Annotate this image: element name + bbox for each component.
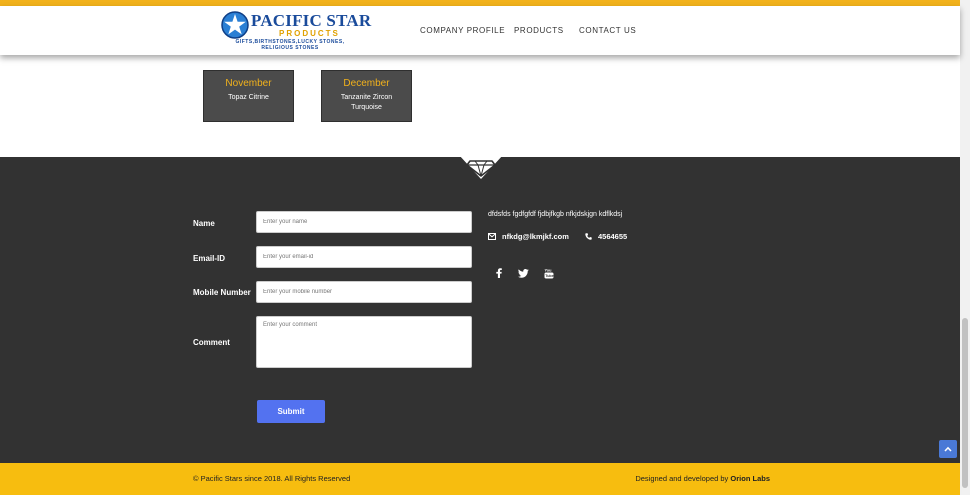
- email-input[interactable]: [256, 246, 472, 268]
- credits-text: Designed and developed by Orion Labs: [635, 474, 770, 483]
- svg-text:You: You: [545, 268, 553, 272]
- brand-sub: PRODUCTS: [279, 29, 340, 38]
- star-logo-icon: [221, 11, 249, 39]
- chevron-up-icon: [944, 446, 952, 452]
- site-header: PACIFIC STAR PRODUCTS GIFTS,BIRTHSTONES,…: [0, 6, 960, 55]
- scroll-to-top-button[interactable]: [939, 440, 957, 458]
- svg-text:Tube: Tube: [545, 274, 553, 278]
- birthstone-card-november[interactable]: November Topaz Citrine: [203, 70, 294, 122]
- comment-label: Comment: [193, 338, 230, 347]
- brand-name: PACIFIC STAR: [251, 11, 372, 30]
- birthstone-stones: Topaz Citrine: [228, 94, 269, 101]
- scrollbar-thumb[interactable]: [962, 318, 968, 488]
- brand-logo[interactable]: PACIFIC STAR PRODUCTS GIFTS,BIRTHSTONES,…: [221, 11, 371, 53]
- credits-company[interactable]: Orion Labs: [730, 474, 770, 483]
- phone-icon: [585, 233, 592, 240]
- about-text: dfdsfds fgdfgfdf fjdbjfkgb nfkjdskjgn kd…: [488, 211, 623, 218]
- youtube-icon[interactable]: You Tube: [543, 267, 555, 279]
- birthstone-month: November: [225, 78, 272, 89]
- facebook-icon[interactable]: [493, 267, 505, 279]
- mobile-label: Mobile Number: [193, 288, 251, 297]
- contact-email[interactable]: nfkdg@lkmjkf.com: [488, 232, 569, 241]
- birthstone-stones: Tanzanite Zircon Turquoise: [340, 94, 393, 111]
- birthstone-month: December: [343, 78, 390, 89]
- birthstone-card-december[interactable]: December Tanzanite Zircon Turquoise: [321, 70, 412, 122]
- contact-email-text: nfkdg@lkmjkf.com: [502, 232, 569, 241]
- twitter-icon[interactable]: [517, 267, 529, 279]
- credits-prefix: Designed and developed by: [635, 474, 729, 483]
- comment-textarea[interactable]: [256, 316, 472, 368]
- contact-section: Name Email-ID Mobile Number Comment Subm…: [0, 155, 960, 463]
- diamond-icon: [459, 155, 503, 179]
- name-input[interactable]: [256, 211, 472, 233]
- page-scrollbar[interactable]: [960, 0, 970, 495]
- contact-phone-text: 4564655: [598, 232, 628, 241]
- email-label: Email-ID: [193, 254, 226, 263]
- nav-company-profile[interactable]: COMPANY PROFILE: [420, 26, 505, 35]
- brand-tagline: GIFTS,BIRTHSTONES,LUCKY STONES, RELIGIOU…: [235, 39, 345, 51]
- nav-contact-us[interactable]: CONTACT US: [579, 26, 636, 35]
- envelope-icon: [488, 233, 496, 240]
- name-label: Name: [193, 219, 215, 228]
- footer-bar: © Pacific Stars since 2018. All Rights R…: [0, 463, 960, 495]
- submit-button[interactable]: Submit: [257, 400, 325, 423]
- nav-products[interactable]: PRODUCTS: [514, 26, 564, 35]
- mobile-input[interactable]: [256, 281, 472, 303]
- contact-phone[interactable]: 4564655: [585, 232, 627, 241]
- copyright-text: © Pacific Stars since 2018. All Rights R…: [193, 474, 351, 483]
